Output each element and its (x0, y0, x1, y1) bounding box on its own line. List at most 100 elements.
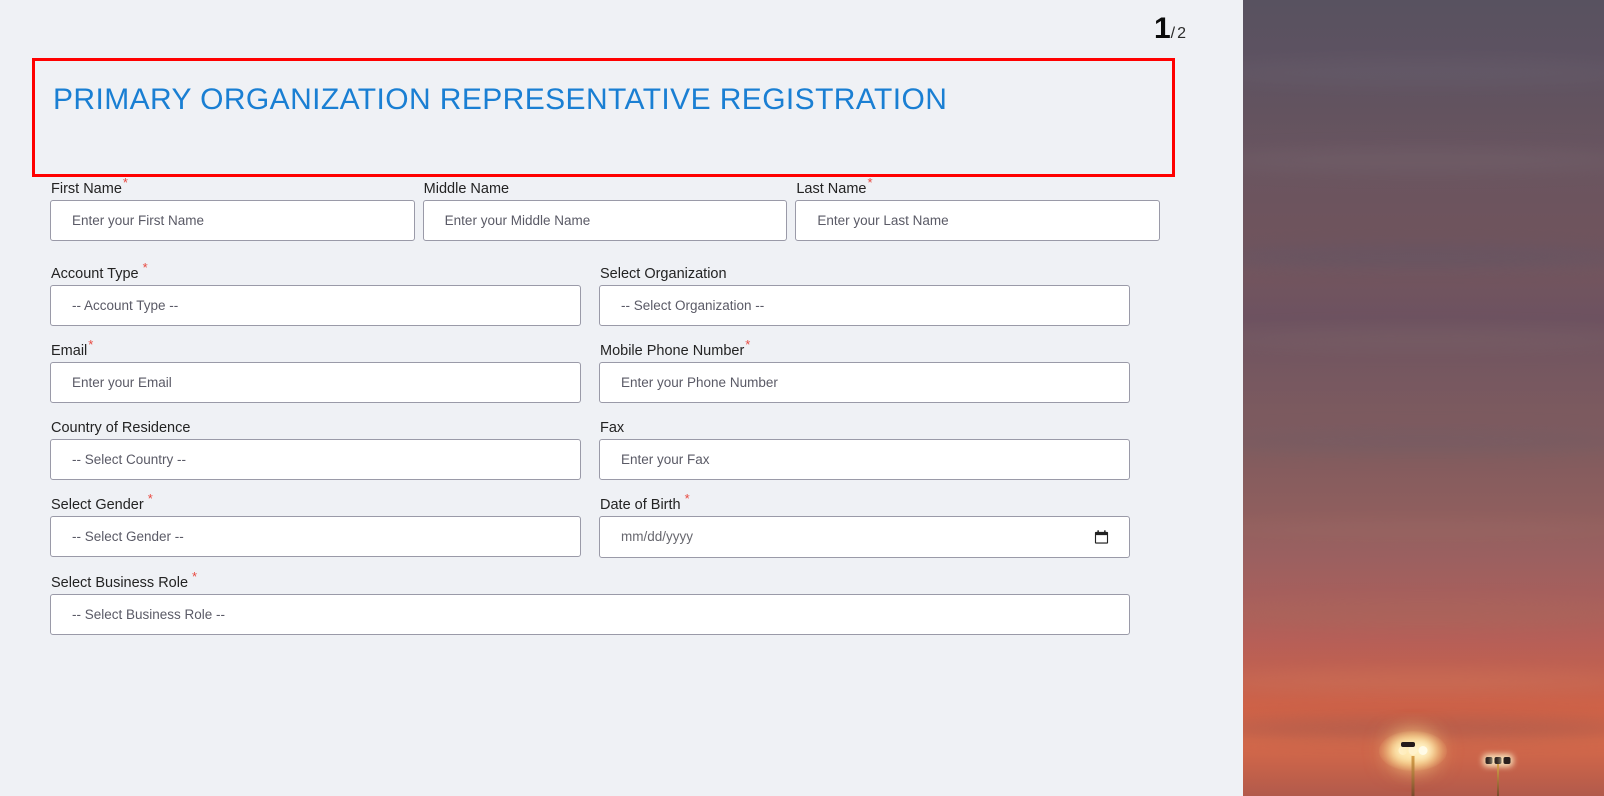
select-account-type[interactable]: -- Account Type -- (50, 285, 581, 326)
label-email: Email* (51, 337, 94, 359)
calendar-icon[interactable] (1094, 530, 1109, 545)
placeholder-date-of-birth: mm/dd/yyyy (621, 529, 694, 545)
form-column: 1/2 PRIMARY ORGANIZATION REPRESENTATIVE … (0, 0, 1243, 796)
page-title: PRIMARY ORGANIZATION REPRESENTATIVE REGI… (53, 83, 948, 116)
field-email: Email* Enter your Email (50, 337, 581, 403)
required-marker: * (142, 260, 148, 276)
cloud-band (1243, 430, 1604, 452)
label-last-name: Last Name* (796, 175, 873, 197)
lamp-bar (1398, 746, 1428, 755)
required-marker: * (122, 175, 128, 191)
pole-mast (1497, 764, 1499, 796)
label-mobile-phone-number: Mobile Phone Number* (600, 337, 751, 359)
input-first-name[interactable]: Enter your First Name (50, 200, 415, 241)
field-account-type: Account Type * -- Account Type -- (50, 260, 581, 326)
required-marker: * (684, 491, 690, 507)
page-counter-total: 2 (1177, 25, 1186, 42)
field-country-of-residence: Country of Residence -- Select Country -… (50, 419, 581, 480)
required-marker: * (147, 491, 153, 507)
field-mobile-phone-number: Mobile Phone Number* Enter your Phone Nu… (599, 337, 1130, 403)
label-account-type: Account Type * (51, 260, 148, 282)
page-counter: 1/2 (1154, 14, 1186, 44)
placeholder-first-name: Enter your First Name (72, 212, 205, 228)
page-counter-separator: / (1170, 25, 1176, 42)
required-marker: * (745, 337, 751, 353)
input-date-of-birth[interactable]: mm/dd/yyyy (599, 516, 1130, 558)
flood-lamp (1398, 746, 1408, 755)
field-select-organization: Select Organization -- Select Organizati… (599, 265, 1130, 326)
select-country-of-residence[interactable]: -- Select Country -- (50, 439, 581, 480)
required-marker: * (867, 175, 873, 191)
field-select-gender: Select Gender * -- Select Gender -- (50, 491, 581, 558)
flood-lamp-dark (1503, 757, 1511, 764)
cloud-band (1243, 60, 1604, 86)
cloud-band (1243, 245, 1604, 269)
placeholder-last-name: Enter your Last Name (817, 212, 949, 228)
cloud-band (1243, 672, 1604, 690)
form-row-names: First Name* Enter your First Name Middle… (50, 175, 1161, 241)
input-last-name[interactable]: Enter your Last Name (795, 200, 1161, 241)
cloud-band (1243, 330, 1604, 348)
form-row-contact: Email* Enter your Email Mobile Phone Num… (50, 337, 1160, 403)
flood-lamp-dark (1485, 757, 1493, 764)
registration-page: 1/2 PRIMARY ORGANIZATION REPRESENTATIVE … (0, 0, 1604, 796)
cloud-band (1243, 150, 1604, 170)
form-row-account: Account Type * -- Account Type -- Select … (50, 260, 1160, 326)
label-fax: Fax (600, 420, 625, 436)
field-last-name: Last Name* Enter your Last Name (795, 175, 1161, 241)
floodlight-pole-main (1379, 731, 1447, 796)
cloud-band (1243, 600, 1604, 626)
placeholder-email: Enter your Email (72, 374, 172, 390)
label-country-of-residence: Country of Residence (51, 420, 191, 436)
placeholder-middle-name: Enter your Middle Name (444, 212, 591, 228)
flood-lamp (1418, 746, 1428, 755)
label-middle-name: Middle Name (423, 181, 510, 197)
page-title-highlight-box: PRIMARY ORGANIZATION REPRESENTATIVE REGI… (32, 58, 1175, 177)
placeholder-select-organization: -- Select Organization -- (621, 297, 765, 313)
lamp-bar (1485, 757, 1511, 764)
input-fax[interactable]: Enter your Fax (599, 439, 1130, 480)
placeholder-select-gender: -- Select Gender -- (72, 528, 184, 544)
label-first-name: First Name* (51, 175, 128, 197)
form-row-personal: Select Gender * -- Select Gender -- Date … (50, 491, 1160, 558)
sunset-photo-panel (1243, 0, 1604, 796)
label-select-gender: Select Gender * (51, 491, 153, 513)
placeholder-mobile-phone-number: Enter your Phone Number (621, 374, 778, 390)
input-mobile-phone-number[interactable]: Enter your Phone Number (599, 362, 1130, 403)
select-gender[interactable]: -- Select Gender -- (50, 516, 581, 557)
field-date-of-birth: Date of Birth * mm/dd/yyyy (599, 491, 1130, 558)
field-middle-name: Middle Name Enter your Middle Name (422, 180, 788, 241)
page-counter-current: 1 (1153, 12, 1171, 45)
flood-lamp-dark (1494, 757, 1502, 764)
cloud-band (1243, 718, 1604, 740)
form-row-business-role: Select Business Role * -- Select Business… (50, 569, 1160, 635)
placeholder-select-business-role: -- Select Business Role -- (72, 606, 226, 622)
cloud-band (1243, 520, 1604, 540)
registration-form: First Name* Enter your First Name Middle… (50, 175, 1161, 635)
field-select-business-role: Select Business Role * -- Select Business… (50, 569, 1130, 635)
required-marker: * (88, 337, 94, 353)
field-first-name: First Name* Enter your First Name (50, 175, 415, 241)
form-row-location: Country of Residence -- Select Country -… (50, 419, 1160, 480)
label-select-organization: Select Organization (600, 266, 727, 282)
placeholder-fax: Enter your Fax (621, 451, 710, 467)
label-select-business-role: Select Business Role * (51, 569, 198, 591)
label-date-of-birth: Date of Birth * (600, 491, 690, 513)
flood-lamp (1408, 746, 1418, 755)
lamp-housing-left (1401, 742, 1415, 747)
select-organization[interactable]: -- Select Organization -- (599, 285, 1130, 326)
pole-mast (1411, 756, 1415, 796)
required-marker: * (192, 569, 198, 585)
input-email[interactable]: Enter your Email (50, 362, 581, 403)
floodlight-pole-secondary (1473, 755, 1523, 796)
placeholder-account-type: -- Account Type -- (72, 297, 179, 313)
select-business-role[interactable]: -- Select Business Role -- (50, 594, 1130, 635)
field-fax: Fax Enter your Fax (599, 419, 1130, 480)
placeholder-country-of-residence: -- Select Country -- (72, 451, 187, 467)
input-middle-name[interactable]: Enter your Middle Name (422, 200, 788, 241)
